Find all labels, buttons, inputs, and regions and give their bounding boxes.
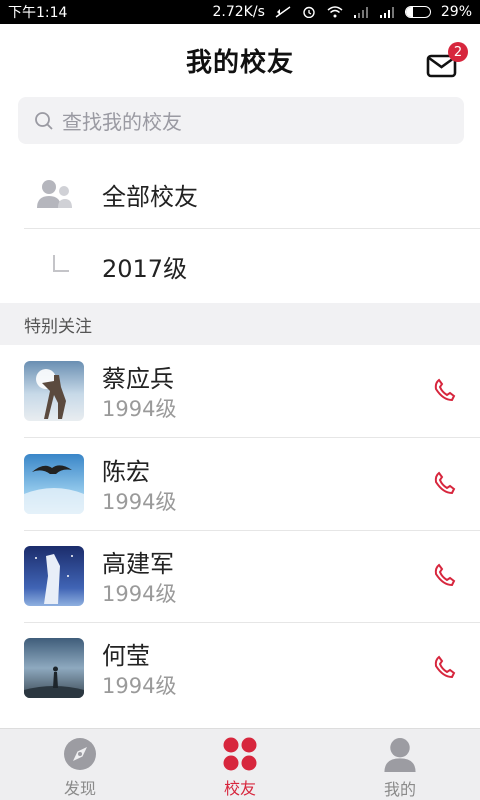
status-right: 2.72K/s 29% xyxy=(213,4,473,20)
phone-icon[interactable] xyxy=(432,470,458,496)
phone-icon[interactable] xyxy=(432,654,458,680)
section-header: 特别关注 xyxy=(0,303,480,345)
app-header: 我的校友 2 xyxy=(0,24,480,96)
phone-icon[interactable] xyxy=(432,377,458,403)
tree-branch-icon xyxy=(53,255,69,272)
search-icon xyxy=(35,111,53,130)
network-speed: 2.72K/s xyxy=(212,4,265,20)
contact-item[interactable]: 高建军 1994级 xyxy=(0,530,480,622)
search-placeholder: 查找我的校友 xyxy=(62,110,182,134)
tab-alumni[interactable]: 校友 xyxy=(160,729,320,800)
contact-item[interactable]: 陈宏 1994级 xyxy=(0,438,480,530)
tab-discover[interactable]: 发现 xyxy=(0,729,160,800)
grade-label: 2017级 xyxy=(102,254,188,283)
page-title: 我的校友 xyxy=(185,47,294,78)
contact-item[interactable]: 蔡应兵 1994级 xyxy=(0,345,480,437)
status-time: 下午1:14 xyxy=(8,5,68,21)
compass-icon xyxy=(64,738,96,770)
contact-year: 1994级 xyxy=(102,490,177,514)
search-box[interactable]: 查找我的校友 xyxy=(18,97,464,144)
group-icon xyxy=(37,180,72,208)
contact-item[interactable]: 何莹 1994级 xyxy=(0,622,480,714)
section-title: 特别关注 xyxy=(24,316,92,337)
grade-2017-item[interactable]: 2017级 xyxy=(0,230,480,302)
contact-name: 何莹 xyxy=(102,642,150,670)
contact-year: 1994级 xyxy=(102,674,177,698)
contact-name: 陈宏 xyxy=(102,458,150,486)
mute-icon xyxy=(275,6,291,18)
battery-percent: 29% xyxy=(440,4,472,20)
contact-name: 高建军 xyxy=(102,550,174,578)
all-alumni-item[interactable]: 全部校友 xyxy=(0,158,480,230)
divider xyxy=(24,228,480,229)
four-dots-icon xyxy=(223,737,257,771)
status-bar: 下午1:14 2.72K/s 29% xyxy=(0,0,480,24)
signal-weak-icon xyxy=(353,7,368,18)
avatar xyxy=(24,638,84,698)
phone-icon[interactable] xyxy=(432,562,458,588)
contact-name: 蔡应兵 xyxy=(102,365,174,393)
tab-label: 发现 xyxy=(63,779,96,798)
battery-icon xyxy=(404,6,431,18)
tab-label: 校友 xyxy=(223,779,256,798)
avatar xyxy=(24,546,84,606)
avatar xyxy=(24,361,84,421)
alarm-icon xyxy=(303,6,315,18)
person-icon xyxy=(384,737,416,772)
all-alumni-label: 全部校友 xyxy=(102,182,198,211)
avatar xyxy=(24,454,84,514)
messages-button[interactable]: 2 xyxy=(426,42,468,80)
mail-badge: 2 xyxy=(448,42,468,62)
tab-mine[interactable]: 我的 xyxy=(320,729,480,800)
tab-label: 我的 xyxy=(383,780,416,799)
contact-year: 1994级 xyxy=(102,397,177,421)
wifi-icon xyxy=(327,6,343,18)
tab-bar: 发现 校友 我的 xyxy=(0,728,480,800)
contact-year: 1994级 xyxy=(102,582,177,606)
signal-icon xyxy=(379,7,394,18)
